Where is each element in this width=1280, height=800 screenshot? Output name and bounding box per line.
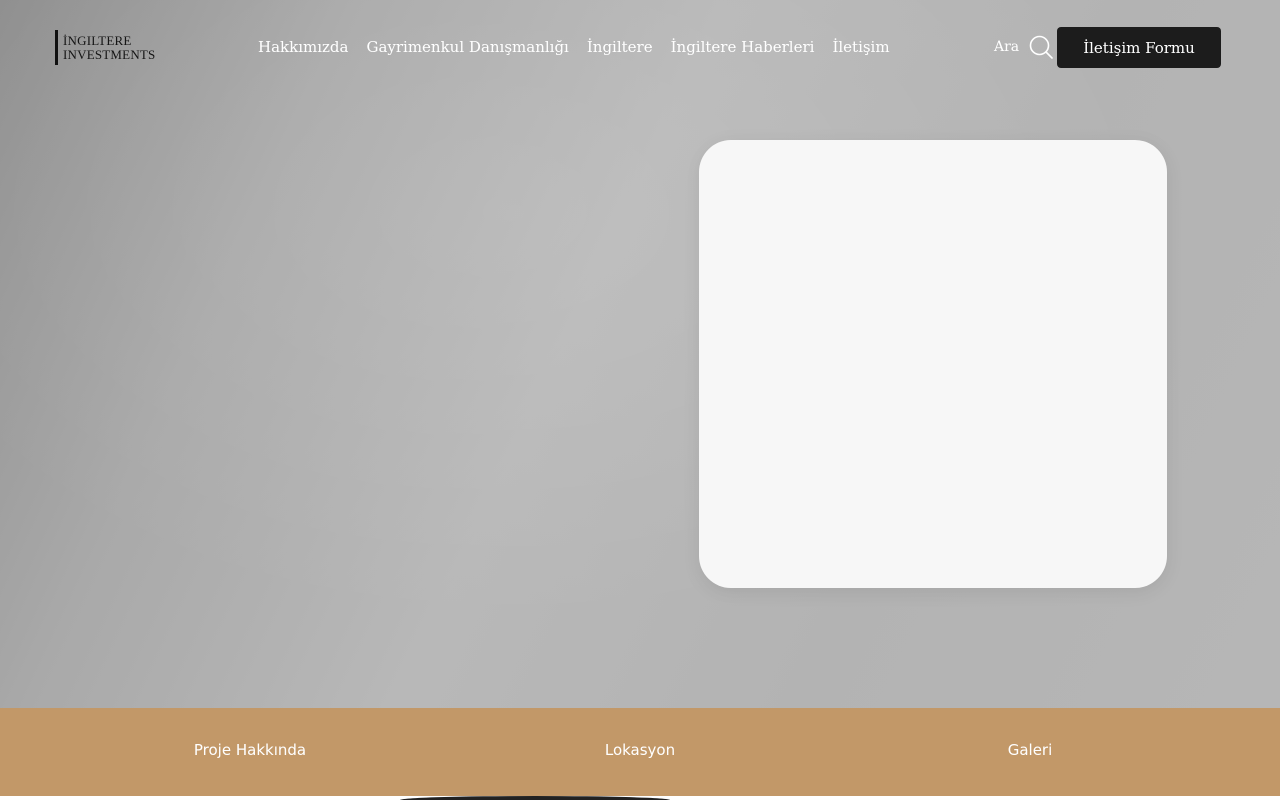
- nav-item-ingiltere-haberleri[interactable]: İngiltere Haberleri: [671, 38, 815, 56]
- nav-item-gayrimenkul-danismanligi[interactable]: Gayrimenkul Danışmanlığı: [366, 38, 568, 56]
- nav-item-ingiltere[interactable]: İngiltere: [587, 38, 653, 56]
- hero-section: İNGILTERE INVESTMENTS Hakkımızda Gayrime…: [0, 0, 1280, 708]
- main-nav: Hakkımızda Gayrimenkul Danışmanlığı İngi…: [258, 36, 890, 58]
- site-logo[interactable]: İNGILTERE INVESTMENTS: [55, 30, 165, 65]
- tab-galeri[interactable]: Galeri: [900, 741, 1160, 763]
- content-arc: [400, 796, 670, 800]
- nav-item-iletisim[interactable]: İletişim: [832, 38, 889, 56]
- logo-line-2: INVESTMENTS: [63, 46, 156, 62]
- contact-form-button[interactable]: İletişim Formu: [1057, 27, 1221, 68]
- tab-lokasyon[interactable]: Lokasyon: [510, 741, 770, 763]
- search-label: Ara: [994, 39, 1020, 55]
- logo-line-1: İNGILTERE: [63, 32, 132, 48]
- tab-proje-hakkinda[interactable]: Proje Hakkında: [120, 741, 380, 763]
- search-icon[interactable]: [1029, 35, 1053, 59]
- hero-card: [699, 140, 1167, 588]
- nav-item-hakkimizda[interactable]: Hakkımızda: [258, 38, 348, 56]
- section-tabbar: Proje Hakkında Lokasyon Galeri: [0, 708, 1280, 796]
- search-toggle[interactable]: Ara: [994, 35, 1053, 59]
